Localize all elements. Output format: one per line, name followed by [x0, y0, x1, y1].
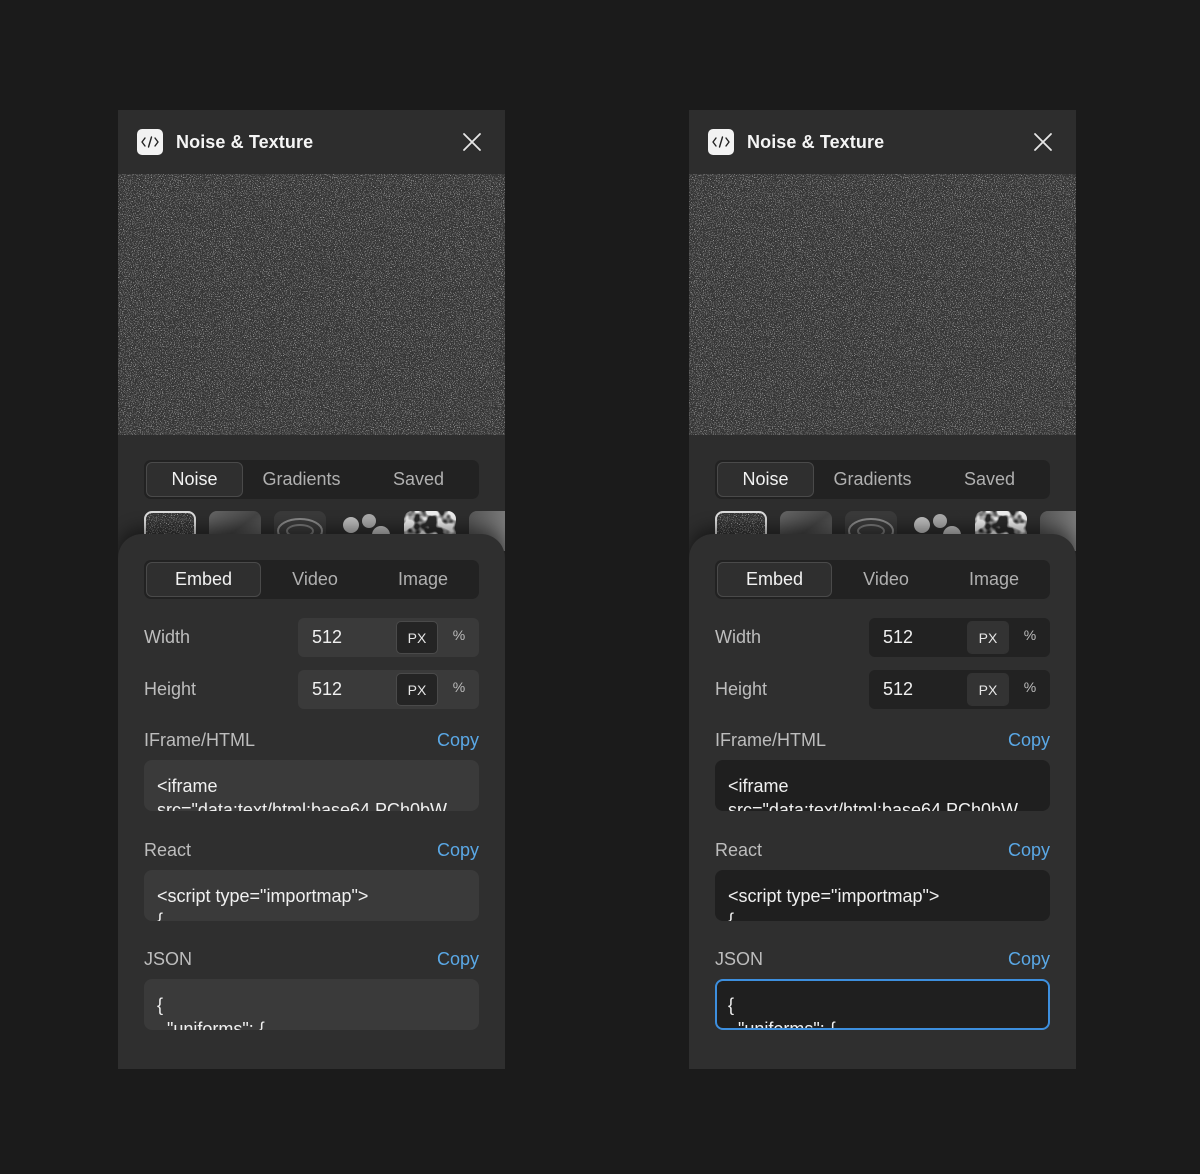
texture-preview [689, 174, 1076, 435]
react-label: React [715, 840, 763, 860]
width-label: Width [144, 627, 191, 647]
tab-video[interactable]: Video [832, 562, 940, 597]
iframe-label: IFrame/HTML [715, 730, 827, 750]
close-icon [463, 133, 481, 151]
panel-header: Noise & Texture [118, 110, 505, 174]
close-icon [1034, 133, 1052, 151]
iframe-label: IFrame/HTML [144, 730, 256, 750]
tab-noise[interactable]: Noise [146, 462, 243, 497]
tab-embed[interactable]: Embed [717, 562, 832, 597]
noise-texture-panel: Noise & Texture Noise Gradients Saved Em… [118, 110, 505, 1069]
tab-video[interactable]: Video [261, 562, 369, 597]
mode-tabs: Noise Gradients Saved [715, 460, 1050, 499]
height-field[interactable]: 512 PX % [298, 670, 479, 709]
height-label: Height [144, 679, 197, 699]
texture-preview [118, 174, 505, 435]
react-label: React [144, 840, 192, 860]
export-sheet: Embed Video Image Width 512 PX % Height … [118, 534, 505, 1069]
width-label: Width [715, 627, 762, 647]
tab-saved[interactable]: Saved [931, 462, 1048, 497]
react-code-box[interactable]: <script type="importmap"> { [715, 870, 1050, 921]
mode-tabs: Noise Gradients Saved [144, 460, 479, 499]
code-line: <iframe [157, 776, 218, 796]
close-button[interactable] [461, 131, 483, 153]
iframe-code-box[interactable]: <iframe src="data:text/html;base64,PCh0b… [715, 760, 1050, 811]
code-line: src="data:text/html;base64,PCh0bW [157, 800, 448, 811]
code-icon [137, 129, 163, 155]
panel-title: Noise & Texture [747, 131, 885, 152]
react-copy-button[interactable]: Copy [437, 840, 479, 861]
json-copy-button[interactable]: Copy [437, 949, 479, 970]
code-line: { [157, 910, 164, 921]
json-code-box[interactable]: { "uniforms": { [715, 979, 1050, 1030]
width-field[interactable]: 512 PX % [869, 618, 1050, 657]
iframe-copy-button[interactable]: Copy [1008, 730, 1050, 751]
height-unit-px-button[interactable]: PX [967, 673, 1009, 706]
height-label: Height [715, 679, 768, 699]
code-line: src="data:text/html;base64,PCh0bW [728, 800, 1019, 811]
width-unit-percent-button[interactable]: % [1019, 627, 1041, 643]
json-copy-button[interactable]: Copy [1008, 949, 1050, 970]
json-label: JSON [144, 949, 193, 969]
export-tabs: Embed Video Image [144, 560, 479, 599]
panel-header: Noise & Texture [689, 110, 1076, 174]
close-button[interactable] [1032, 131, 1054, 153]
width-unit-percent-button[interactable]: % [448, 627, 470, 643]
height-value: 512 [312, 679, 343, 699]
tab-embed[interactable]: Embed [146, 562, 261, 597]
width-unit-px-button[interactable]: PX [967, 621, 1009, 654]
width-unit-px-button[interactable]: PX [396, 621, 438, 654]
export-tabs: Embed Video Image [715, 560, 1050, 599]
code-line: { [728, 995, 735, 1015]
tab-gradients[interactable]: Gradients [243, 462, 360, 497]
width-value: 512 [883, 627, 914, 647]
width-value: 512 [312, 627, 343, 647]
code-line: <iframe [728, 776, 789, 796]
height-unit-percent-button[interactable]: % [1019, 679, 1041, 695]
height-field[interactable]: 512 PX % [869, 670, 1050, 709]
tab-image[interactable]: Image [940, 562, 1048, 597]
code-line: { [728, 910, 735, 921]
height-unit-percent-button[interactable]: % [448, 679, 470, 695]
code-line: { [157, 995, 164, 1015]
tab-noise[interactable]: Noise [717, 462, 814, 497]
width-field[interactable]: 512 PX % [298, 618, 479, 657]
react-code-box[interactable]: <script type="importmap"> { [144, 870, 479, 921]
height-unit-px-button[interactable]: PX [396, 673, 438, 706]
iframe-copy-button[interactable]: Copy [437, 730, 479, 751]
code-line: <script type="importmap"> [728, 886, 940, 906]
tab-saved[interactable]: Saved [360, 462, 477, 497]
json-code-box[interactable]: { "uniforms": { [144, 979, 479, 1030]
iframe-code-box[interactable]: <iframe src="data:text/html;base64,PCh0b… [144, 760, 479, 811]
react-copy-button[interactable]: Copy [1008, 840, 1050, 861]
tab-image[interactable]: Image [369, 562, 477, 597]
panel-title: Noise & Texture [176, 131, 314, 152]
noise-texture-panel: Noise & Texture Noise Gradients Saved Em… [689, 110, 1076, 1069]
code-line: "uniforms": { [157, 1019, 265, 1030]
json-label: JSON [715, 949, 764, 969]
export-sheet: Embed Video Image Width 512 PX % Height … [689, 534, 1076, 1069]
code-line: <script type="importmap"> [157, 886, 369, 906]
tab-gradients[interactable]: Gradients [814, 462, 931, 497]
code-line: "uniforms": { [728, 1019, 836, 1030]
code-icon [708, 129, 734, 155]
height-value: 512 [883, 679, 914, 699]
